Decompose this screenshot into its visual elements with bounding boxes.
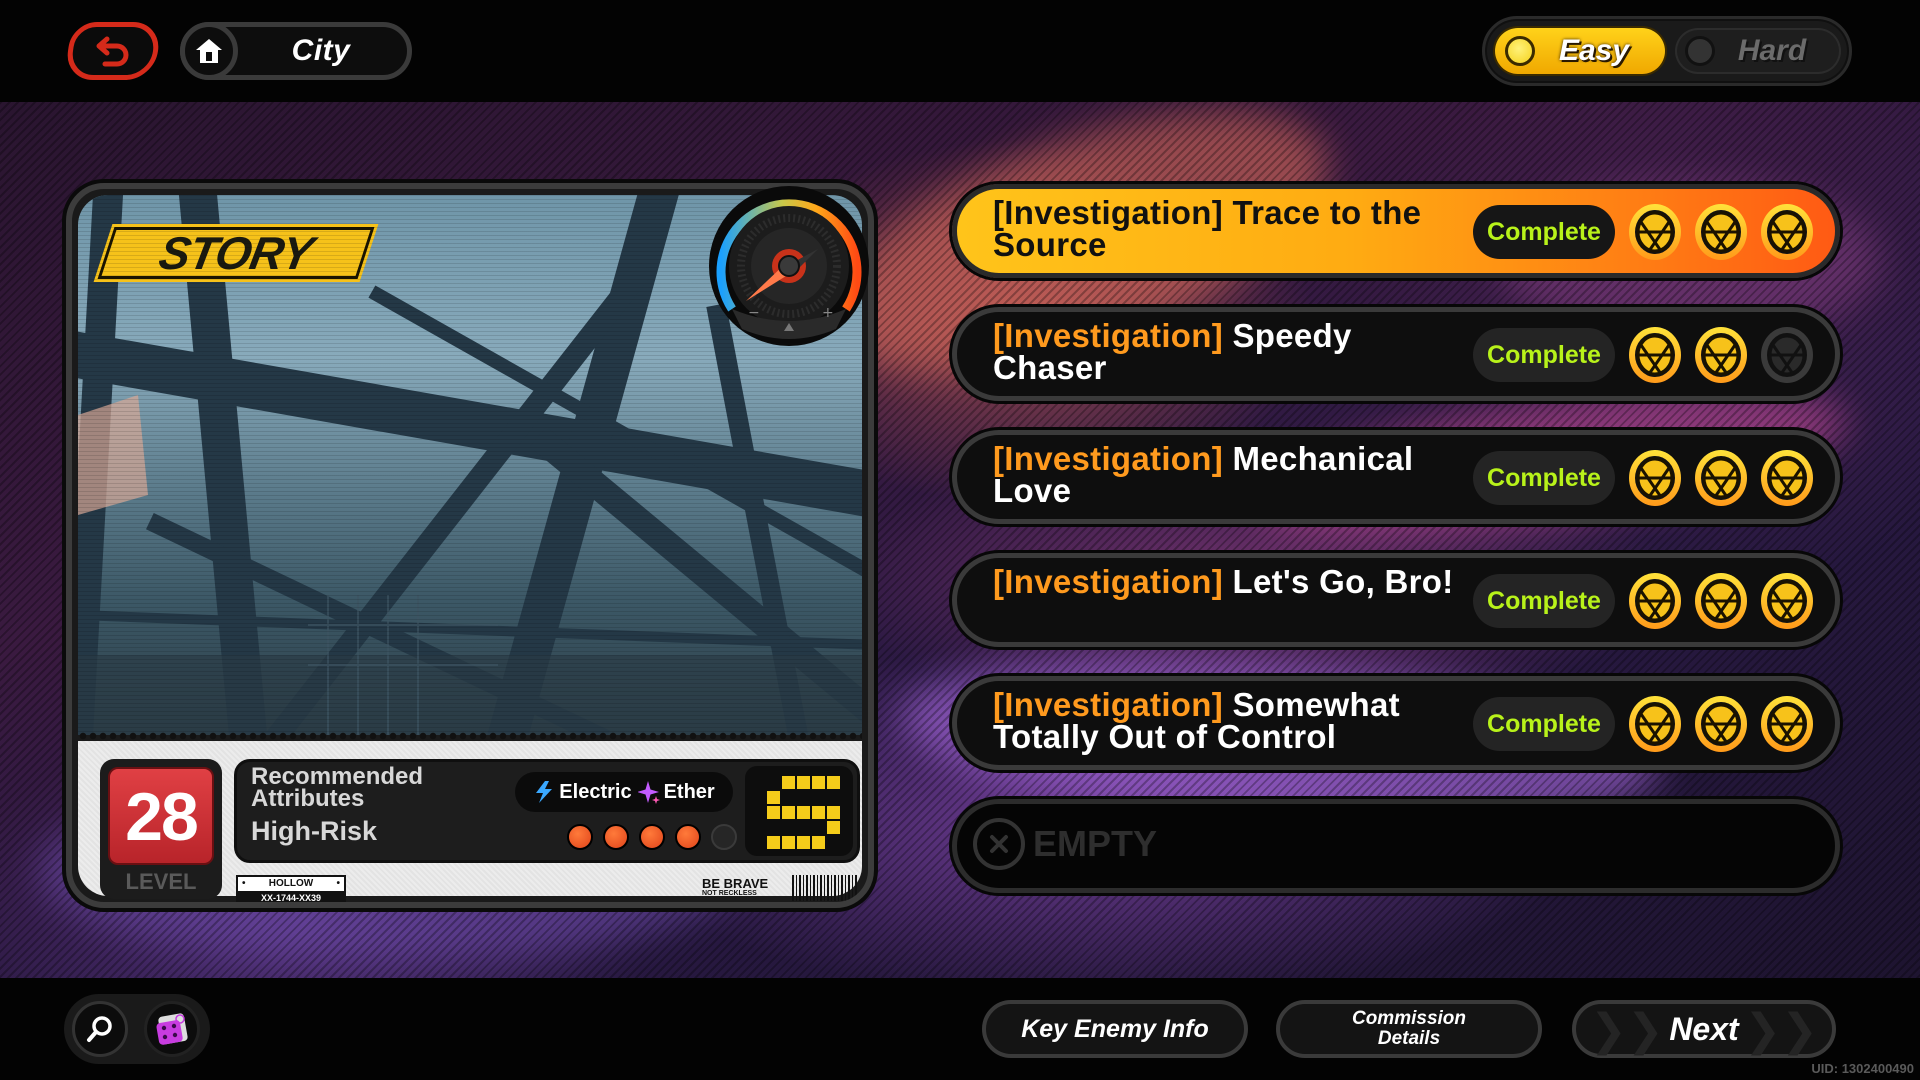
status-badge: Complete: [1473, 574, 1615, 628]
location-label: City: [291, 34, 351, 67]
search-button[interactable]: [72, 1001, 128, 1057]
difficulty-toggle: Easy Hard: [1482, 16, 1852, 86]
svg-text:−: −: [748, 305, 760, 321]
risk-dot-filled: [639, 824, 665, 850]
hollow-license-plate: HOLLOW XX-1744-XX39: [236, 875, 346, 903]
medal-earned-icon: [1693, 694, 1749, 754]
medal-earned-icon: [1627, 202, 1683, 262]
speedometer-gauge-icon: − +: [706, 183, 872, 349]
empty-slot-content: EMPTY: [973, 818, 1157, 870]
user-id: UID: 1302400490: [1811, 1061, 1914, 1076]
difficulty-hard-label: Hard: [1737, 34, 1807, 67]
risk-level-indicator: [567, 824, 737, 850]
commission-name: Let's Go, Bro!: [1232, 563, 1454, 600]
medal-earned-icon: [1693, 202, 1749, 262]
attribute-electric: Electric: [533, 780, 632, 804]
medal-group: [1627, 325, 1815, 385]
commission-row[interactable]: [Investigation] Mechanical Love Complete: [952, 430, 1840, 524]
risk-dot-empty: [711, 824, 737, 850]
commission-row[interactable]: [Investigation] Let's Go, Bro! Complete: [952, 553, 1840, 647]
rank-badge: [745, 766, 853, 856]
card-info-panel: 28 LEVEL Recommended Attributes High-Ris…: [78, 741, 862, 902]
medal-earned-icon: [1627, 571, 1683, 631]
medal-locked-icon: [1759, 325, 1815, 385]
ether-sparkle-icon: [637, 781, 660, 804]
plate-code: XX-1744-XX39: [260, 893, 322, 903]
back-arrow-icon: [96, 36, 129, 67]
recommended-attributes-label: Recommended Attributes: [251, 763, 424, 812]
dice-button[interactable]: [144, 1001, 200, 1057]
commission-title: [Investigation] Speedy Chaser: [993, 319, 1463, 384]
home-icon-wrap: [180, 22, 238, 80]
risk-dot-filled: [675, 824, 701, 850]
tool-group: [64, 994, 210, 1064]
medal-earned-icon: [1627, 448, 1683, 508]
difficulty-easy-option[interactable]: Easy: [1495, 28, 1665, 74]
medal-group: [1627, 694, 1815, 754]
home-icon: [196, 39, 222, 63]
risk-label: High-Risk: [251, 816, 378, 846]
key-enemy-info-button[interactable]: Key Enemy Info: [982, 1000, 1248, 1058]
commission-details-button[interactable]: Commission Details: [1276, 1000, 1542, 1058]
empty-slot-label: EMPTY: [1033, 823, 1158, 864]
medal-group: [1627, 202, 1815, 262]
status-badge: Complete: [1473, 328, 1615, 382]
difficulty-hard-option[interactable]: Hard: [1675, 28, 1841, 74]
medal-earned-icon: [1759, 571, 1815, 631]
status-badge: Complete: [1473, 205, 1615, 259]
slogan: BE BRAVE NOT RECKLESS: [702, 876, 769, 897]
difficulty-easy-label: Easy: [1558, 34, 1630, 67]
dice-icon: [156, 1013, 188, 1045]
recommended-info: Recommended Attributes High-Risk Electri…: [234, 759, 860, 863]
commission-title: [Investigation] Let's Go, Bro!: [993, 563, 1463, 600]
attribute-list: Electric Ether: [515, 772, 733, 812]
attribute-ether: Ether: [637, 780, 715, 804]
close-x-icon: [973, 818, 1025, 870]
medal-earned-icon: [1693, 325, 1749, 385]
commission-tag: [Investigation]: [993, 563, 1224, 600]
perforation-divider: [78, 731, 862, 741]
rank-s-pixel-icon: [767, 776, 840, 849]
commission-row[interactable]: [Investigation] Speedy Chaser Complete: [952, 307, 1840, 401]
radio-unselected-icon: [1685, 36, 1715, 66]
next-button[interactable]: ❯❯ ❯❯ Next: [1572, 1000, 1836, 1058]
commission-title: [Investigation] Mechanical Love: [993, 442, 1463, 507]
commission-title: [Investigation] Trace to the Source: [993, 196, 1463, 261]
radio-selected-icon: [1505, 36, 1535, 66]
chevron-right-icon: ❯❯: [1744, 1006, 1818, 1055]
medal-earned-icon: [1627, 325, 1683, 385]
status-badge: Complete: [1473, 451, 1615, 505]
status-badge: Complete: [1473, 697, 1615, 751]
svg-text:+: +: [822, 305, 834, 321]
commission-row[interactable]: [Investigation] Somewhat Totally Out of …: [952, 676, 1840, 770]
medal-earned-icon: [1759, 202, 1815, 262]
risk-dot-filled: [567, 824, 593, 850]
medal-group: [1627, 448, 1815, 508]
commission-title: [Investigation] Somewhat Totally Out of …: [993, 688, 1463, 753]
plate-title: HOLLOW: [238, 877, 344, 891]
empty-commission-slot: EMPTY: [952, 799, 1840, 893]
medal-earned-icon: [1759, 448, 1815, 508]
electric-bolt-icon: [536, 781, 553, 803]
barcode-decoration: [792, 875, 858, 901]
risk-dot-filled: [603, 824, 629, 850]
medal-earned-icon: [1627, 694, 1683, 754]
chevron-right-icon: ❯❯: [1590, 1006, 1664, 1055]
level-value: 28: [108, 767, 214, 865]
medal-group: [1627, 571, 1815, 631]
search-icon: [87, 1016, 112, 1042]
medal-earned-icon: [1693, 448, 1749, 508]
medal-earned-icon: [1693, 571, 1749, 631]
commission-row[interactable]: [Investigation] Trace to the Source Compl…: [952, 184, 1840, 278]
level-badge: 28 LEVEL: [100, 759, 222, 899]
story-type-badge: STORY: [97, 227, 375, 279]
medal-earned-icon: [1759, 694, 1815, 754]
location-button[interactable]: City: [180, 22, 412, 80]
level-label: LEVEL: [125, 869, 197, 894]
